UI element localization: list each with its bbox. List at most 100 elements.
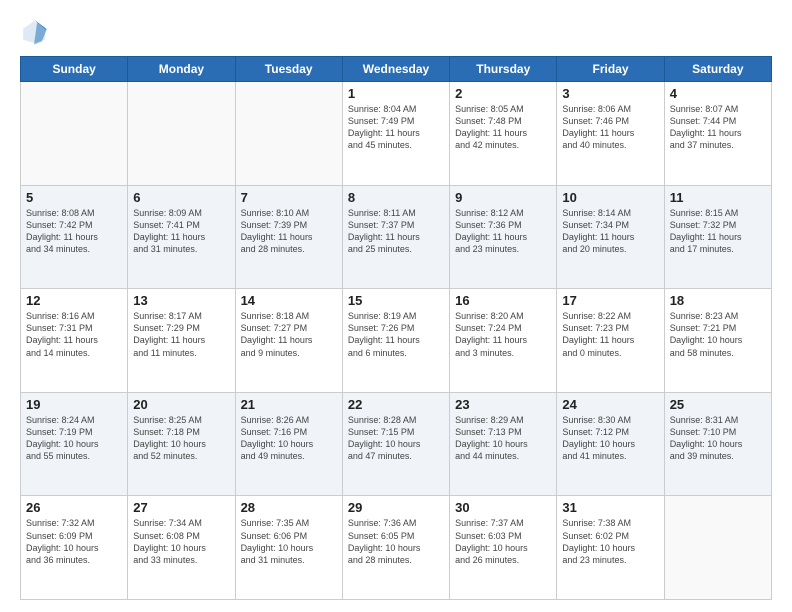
calendar-cell: 16Sunrise: 8:20 AM Sunset: 7:24 PM Dayli… [450,289,557,393]
day-number: 5 [26,190,122,205]
day-number: 13 [133,293,229,308]
day-number: 21 [241,397,337,412]
day-number: 1 [348,86,444,101]
day-number: 28 [241,500,337,515]
calendar-week-2: 5 Sunrise: 8:08 AM Sunset: 7:42 PM Daylig… [21,185,772,289]
day-number: 15 [348,293,444,308]
header [20,18,772,46]
day-info: Sunrise: 8:26 AM Sunset: 7:16 PM Dayligh… [241,414,337,463]
calendar-cell: 19 Sunrise: 8:24 AM Sunset: 7:19 PM Dayli… [21,392,128,496]
day-info: Sunrise: 8:31 AM Sunset: 7:10 PM Dayligh… [670,414,766,463]
calendar-cell: 17 Sunrise: 8:22 AM Sunset: 7:23 PM Dayli… [557,289,664,393]
page: SundayMondayTuesdayWednesdayThursdayFrid… [0,0,792,612]
day-info: Sunrise: 8:08 AM Sunset: 7:42 PM Dayligh… [26,207,122,256]
weekday-header-saturday: Saturday [664,57,771,82]
calendar-cell: 8Sunrise: 8:11 AM Sunset: 7:37 PM Daylig… [342,185,449,289]
day-number: 18 [670,293,766,308]
day-number: 24 [562,397,658,412]
day-info: Sunrise: 8:19 AM Sunset: 7:26 PM Dayligh… [348,310,444,359]
calendar-cell: 7 Sunrise: 8:10 AM Sunset: 7:39 PM Daylig… [235,185,342,289]
calendar-cell [128,82,235,186]
calendar-week-4: 19 Sunrise: 8:24 AM Sunset: 7:19 PM Dayli… [21,392,772,496]
calendar-cell: 25 Sunrise: 8:31 AM Sunset: 7:10 PM Dayli… [664,392,771,496]
day-number: 22 [348,397,444,412]
day-info: Sunrise: 8:22 AM Sunset: 7:23 PM Dayligh… [562,310,658,359]
calendar-cell: 9 Sunrise: 8:12 AM Sunset: 7:36 PM Daylig… [450,185,557,289]
day-number: 17 [562,293,658,308]
day-info: Sunrise: 8:16 AM Sunset: 7:31 PM Dayligh… [26,310,122,359]
day-number: 4 [670,86,766,101]
day-number: 12 [26,293,122,308]
day-info: Sunrise: 8:05 AM Sunset: 7:48 PM Dayligh… [455,103,551,152]
day-number: 9 [455,190,551,205]
day-number: 7 [241,190,337,205]
calendar-cell: 10 Sunrise: 8:14 AM Sunset: 7:34 PM Dayli… [557,185,664,289]
day-info: Sunrise: 7:38 AM Sunset: 6:02 PM Dayligh… [562,517,658,566]
day-number: 8 [348,190,444,205]
calendar-cell: 28 Sunrise: 7:35 AM Sunset: 6:06 PM Dayli… [235,496,342,600]
calendar-cell: 22 Sunrise: 8:28 AM Sunset: 7:15 PM Dayli… [342,392,449,496]
calendar-cell: 20Sunrise: 8:25 AM Sunset: 7:18 PM Dayli… [128,392,235,496]
day-info: Sunrise: 7:34 AM Sunset: 6:08 PM Dayligh… [133,517,229,566]
day-info: Sunrise: 8:09 AM Sunset: 7:41 PM Dayligh… [133,207,229,256]
weekday-header-friday: Friday [557,57,664,82]
day-number: 29 [348,500,444,515]
calendar-cell: 1 Sunrise: 8:04 AM Sunset: 7:49 PM Daylig… [342,82,449,186]
calendar-cell: 18Sunrise: 8:23 AM Sunset: 7:21 PM Dayli… [664,289,771,393]
calendar-cell: 13 Sunrise: 8:17 AM Sunset: 7:29 PM Dayli… [128,289,235,393]
day-info: Sunrise: 8:04 AM Sunset: 7:49 PM Dayligh… [348,103,444,152]
weekday-header-tuesday: Tuesday [235,57,342,82]
day-number: 2 [455,86,551,101]
day-number: 23 [455,397,551,412]
day-info: Sunrise: 8:24 AM Sunset: 7:19 PM Dayligh… [26,414,122,463]
calendar-week-5: 26 Sunrise: 7:32 AM Sunset: 6:09 PM Dayli… [21,496,772,600]
day-info: Sunrise: 7:35 AM Sunset: 6:06 PM Dayligh… [241,517,337,566]
day-info: Sunrise: 7:36 AM Sunset: 6:05 PM Dayligh… [348,517,444,566]
day-info: Sunrise: 8:25 AM Sunset: 7:18 PM Dayligh… [133,414,229,463]
day-number: 30 [455,500,551,515]
weekday-header-thursday: Thursday [450,57,557,82]
calendar-cell: 5 Sunrise: 8:08 AM Sunset: 7:42 PM Daylig… [21,185,128,289]
logo [20,18,52,46]
day-number: 6 [133,190,229,205]
day-number: 27 [133,500,229,515]
calendar-cell: 2 Sunrise: 8:05 AM Sunset: 7:48 PM Daylig… [450,82,557,186]
day-info: Sunrise: 8:30 AM Sunset: 7:12 PM Dayligh… [562,414,658,463]
calendar-cell [664,496,771,600]
weekday-header-wednesday: Wednesday [342,57,449,82]
day-info: Sunrise: 8:07 AM Sunset: 7:44 PM Dayligh… [670,103,766,152]
calendar-cell: 26 Sunrise: 7:32 AM Sunset: 6:09 PM Dayli… [21,496,128,600]
day-number: 31 [562,500,658,515]
day-number: 25 [670,397,766,412]
day-number: 19 [26,397,122,412]
day-info: Sunrise: 8:10 AM Sunset: 7:39 PM Dayligh… [241,207,337,256]
day-info: Sunrise: 8:12 AM Sunset: 7:36 PM Dayligh… [455,207,551,256]
calendar-cell: 21 Sunrise: 8:26 AM Sunset: 7:16 PM Dayli… [235,392,342,496]
calendar-cell: 6 Sunrise: 8:09 AM Sunset: 7:41 PM Daylig… [128,185,235,289]
calendar-week-3: 12 Sunrise: 8:16 AM Sunset: 7:31 PM Dayli… [21,289,772,393]
weekday-header-sunday: Sunday [21,57,128,82]
weekday-header-row: SundayMondayTuesdayWednesdayThursdayFrid… [21,57,772,82]
weekday-header-monday: Monday [128,57,235,82]
day-info: Sunrise: 8:20 AM Sunset: 7:24 PM Dayligh… [455,310,551,359]
day-info: Sunrise: 8:17 AM Sunset: 7:29 PM Dayligh… [133,310,229,359]
day-number: 26 [26,500,122,515]
day-number: 14 [241,293,337,308]
calendar-table: SundayMondayTuesdayWednesdayThursdayFrid… [20,56,772,600]
day-number: 10 [562,190,658,205]
day-info: Sunrise: 8:18 AM Sunset: 7:27 PM Dayligh… [241,310,337,359]
day-info: Sunrise: 8:14 AM Sunset: 7:34 PM Dayligh… [562,207,658,256]
day-info: Sunrise: 8:28 AM Sunset: 7:15 PM Dayligh… [348,414,444,463]
calendar-cell: 23 Sunrise: 8:29 AM Sunset: 7:13 PM Dayli… [450,392,557,496]
calendar-cell: 27 Sunrise: 7:34 AM Sunset: 6:08 PM Dayli… [128,496,235,600]
day-number: 3 [562,86,658,101]
day-number: 11 [670,190,766,205]
day-info: Sunrise: 8:06 AM Sunset: 7:46 PM Dayligh… [562,103,658,152]
calendar-cell: 4 Sunrise: 8:07 AM Sunset: 7:44 PM Daylig… [664,82,771,186]
calendar-cell: 11 Sunrise: 8:15 AM Sunset: 7:32 PM Dayli… [664,185,771,289]
day-info: Sunrise: 8:15 AM Sunset: 7:32 PM Dayligh… [670,207,766,256]
calendar-week-1: 1 Sunrise: 8:04 AM Sunset: 7:49 PM Daylig… [21,82,772,186]
day-info: Sunrise: 8:29 AM Sunset: 7:13 PM Dayligh… [455,414,551,463]
calendar-cell: 31 Sunrise: 7:38 AM Sunset: 6:02 PM Dayli… [557,496,664,600]
day-info: Sunrise: 7:32 AM Sunset: 6:09 PM Dayligh… [26,517,122,566]
